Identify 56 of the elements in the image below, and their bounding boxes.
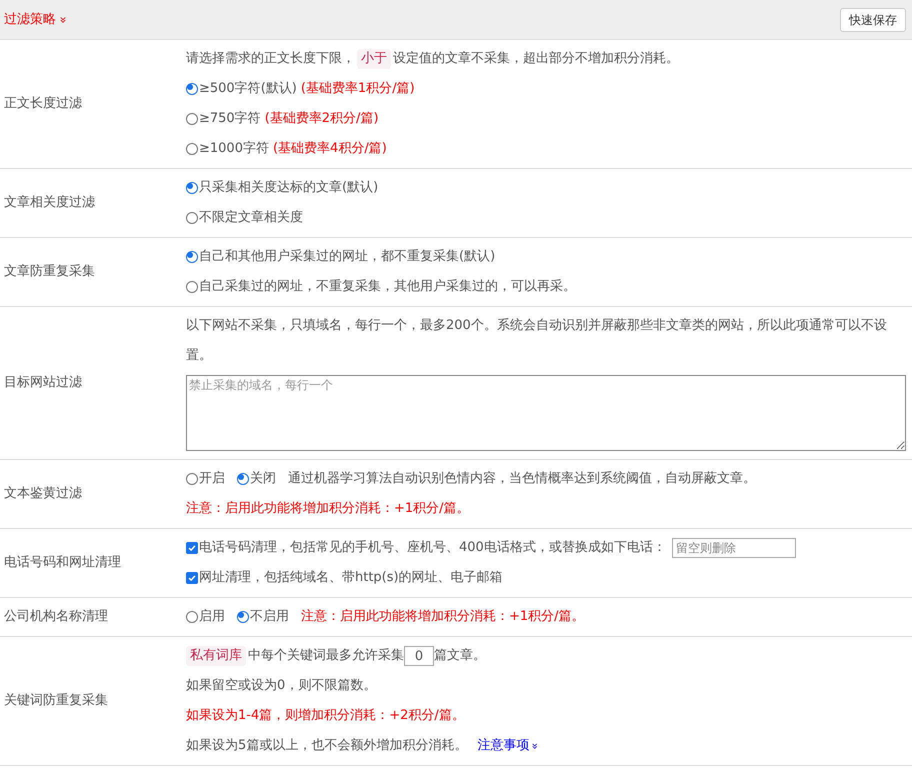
description-text: 注意：启用此功能将增加积分消耗：+1积分/篇。 [301, 608, 585, 626]
option-label[interactable]: 网址清理，包括纯域名、带http(s)的网址、电子邮箱 [199, 568, 503, 588]
row-label: 正文长度过滤 [3, 95, 83, 114]
radio-button[interactable] [186, 113, 198, 125]
hint-text: 如果留空或设为0，则不限篇数。 [186, 677, 376, 695]
radio-button[interactable] [186, 281, 198, 293]
rate-note: (基础费率1积分/篇) [300, 80, 415, 98]
section-title: 过滤策略 [4, 10, 56, 29]
option-label[interactable]: 电话号码清理，包括常见的手机号、座机号、400电话格式，或替换成如下电话： [199, 538, 666, 558]
warning-text: 注意：启用此功能将增加积分消耗：+1积分/篇。 [186, 500, 470, 518]
option-label[interactable]: 自己采集过的网址，不重复采集，其他用户采集过的，可以再采。 [199, 277, 576, 297]
hint-text: 篇文章。 [434, 647, 486, 666]
rate-note: (基础费率4积分/篇) [272, 140, 387, 158]
phone-input-field[interactable]: 留空则删除 [672, 538, 796, 558]
radio-button[interactable] [186, 473, 198, 485]
option-label[interactable]: 开启 [199, 469, 225, 489]
radio-button[interactable] [186, 251, 198, 263]
radio-button[interactable] [186, 83, 198, 95]
option-label[interactable]: 自己和其他用户采集过的网址，都不重复采集(默认) [199, 247, 496, 267]
rate-note: (基础费率2积分/篇) [264, 110, 379, 128]
hint-text: 设定值的文章不采集，超出部分不增加积分消耗。 [393, 50, 679, 68]
highlight-tag: 私有词库 [186, 646, 246, 666]
count-input-field[interactable]: 0 [404, 646, 434, 666]
option-label[interactable]: 不限定文章相关度 [199, 208, 303, 228]
row-label: 电话号码和网址清理 [3, 554, 122, 572]
notes-link[interactable]: 注意事项 » [477, 736, 538, 756]
checkbox[interactable] [186, 542, 198, 554]
row-label: 文本鉴黄过滤 [3, 485, 83, 504]
option-label[interactable]: ≥750字符 [199, 109, 261, 129]
save-button[interactable]: 快速保存 [840, 8, 906, 32]
option-label[interactable]: 启用 [199, 607, 225, 627]
row-label: 公司机构名称清理 [3, 608, 109, 626]
row-label: 文章相关度过滤 [3, 194, 96, 212]
row-label: 目标网站过滤 [3, 374, 83, 392]
checkbox[interactable] [186, 572, 198, 584]
hint-text: 请选择需求的正文长度下限， [186, 50, 355, 68]
option-label[interactable]: ≥1000字符 [199, 139, 269, 159]
option-label[interactable]: ≥500字符(默认) [199, 79, 297, 99]
warning-text: 如果设为1-4篇，则增加积分消耗：+2积分/篇。 [186, 707, 465, 726]
hint-text: 中每个关键词最多允许采集 [248, 647, 404, 666]
option-label[interactable]: 关闭 [250, 469, 276, 489]
highlight-tag: 小于 [357, 49, 391, 69]
radio-button[interactable] [186, 611, 198, 623]
radio-button[interactable] [237, 473, 249, 485]
hint-text: 以下网站不采集，只填域名，每行一个，最多200个。系统会自动识别并屏蔽那些非文章类的网站，所以此项通常可以不设置。 [186, 317, 888, 365]
radio-button[interactable] [186, 212, 198, 224]
option-label[interactable]: 不启用 [250, 607, 289, 627]
radio-button[interactable] [186, 182, 198, 194]
row-label: 文章防重复采集 [3, 263, 96, 282]
domain-textarea[interactable]: 禁止采集的域名，每行一个 [186, 375, 906, 451]
option-label[interactable]: 只采集相关度达标的文章(默认) [199, 178, 378, 198]
hint-text: 如果设为5篇或以上，也不会额外增加积分消耗。 [186, 737, 468, 755]
row-label: 关键词防重复采集 [3, 692, 109, 710]
radio-button[interactable] [186, 143, 198, 155]
description-text: 通过机器学习算法自动识别色情内容，当色情概率达到系统阈值，自动屏蔽文章。 [288, 470, 756, 488]
radio-button[interactable] [237, 611, 249, 623]
